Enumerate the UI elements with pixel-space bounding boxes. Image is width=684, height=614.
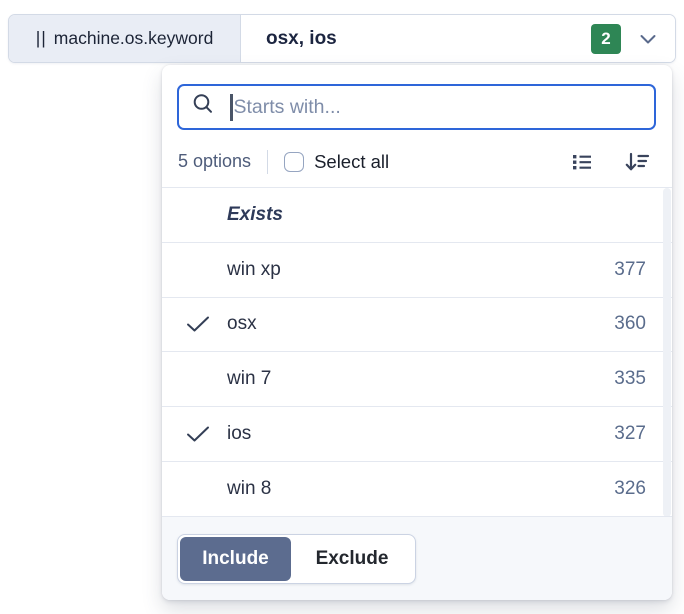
option-label: win 8 (227, 478, 614, 500)
include-button[interactable]: Include (180, 537, 291, 581)
selected-count-badge: 2 (591, 24, 621, 54)
or-operator-icon: || (36, 28, 47, 49)
search-section (162, 65, 672, 140)
check-column (185, 423, 227, 445)
option-count: 326 (614, 478, 646, 500)
filter-pill-control: || machine.os.keyword osx, ios 2 (8, 14, 676, 63)
vertical-divider (267, 150, 268, 174)
option-count: 327 (614, 423, 646, 445)
list-item-win-xp[interactable]: win xp 377 (162, 243, 672, 298)
option-label: Exists (227, 204, 652, 226)
option-label: win xp (227, 259, 614, 281)
options-list: Exists win xp 377 osx 360 win 7 335 (162, 187, 672, 517)
selected-values-text: osx, ios (266, 28, 591, 50)
filter-value-area[interactable]: osx, ios 2 (241, 15, 675, 62)
list-view-icon[interactable] (566, 146, 598, 178)
list-item-win-7[interactable]: win 7 335 (162, 352, 672, 407)
filter-options-popover: 5 options Select all Exist (162, 65, 672, 600)
option-label: win 7 (227, 368, 614, 390)
search-icon (191, 92, 216, 122)
check-icon (185, 423, 212, 445)
exclude-button[interactable]: Exclude (291, 537, 413, 581)
popover-footer: Include Exclude (162, 516, 672, 600)
select-all-checkbox[interactable] (284, 152, 304, 172)
option-label: ios (227, 423, 614, 445)
option-count: 335 (614, 368, 646, 390)
search-box[interactable] (177, 84, 656, 130)
sort-descending-icon[interactable] (620, 146, 654, 178)
list-item-ios[interactable]: ios 327 (162, 407, 672, 462)
select-all-label[interactable]: Select all (314, 151, 389, 173)
list-item-osx[interactable]: osx 360 (162, 298, 672, 353)
check-column (185, 313, 227, 335)
include-exclude-toggle: Include Exclude (177, 534, 416, 584)
options-toolbar: 5 options Select all (162, 140, 672, 187)
list-scrollbar[interactable] (663, 188, 671, 517)
filter-field-chip[interactable]: || machine.os.keyword (9, 15, 241, 62)
option-count: 360 (614, 313, 646, 335)
chevron-down-icon[interactable] (635, 29, 661, 49)
list-item-exists[interactable]: Exists (162, 188, 672, 243)
list-item-win-8[interactable]: win 8 326 (162, 462, 672, 517)
check-icon (185, 313, 212, 335)
filter-field-label: machine.os.keyword (54, 28, 214, 49)
search-input[interactable] (234, 96, 643, 119)
text-cursor (230, 94, 233, 121)
options-count-label: 5 options (178, 151, 251, 172)
option-count: 377 (614, 259, 646, 281)
option-label: osx (227, 313, 614, 335)
